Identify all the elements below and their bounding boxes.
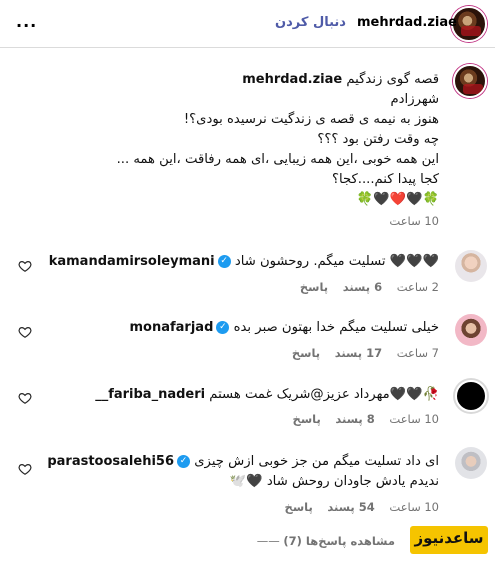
comment-username[interactable]: monafarjad xyxy=(130,320,214,335)
like-heart-icon[interactable] xyxy=(18,325,32,339)
caption-time: 10 ساعت xyxy=(389,214,439,228)
follow-button[interactable]: دنبال کردن xyxy=(275,15,346,30)
caption-line: این همه خوبی ،این همه زیبایی ،ای همه رفا… xyxy=(116,152,439,167)
comment-time: 2 ساعت xyxy=(396,280,439,294)
comment-body: __fariba_naderi مهرداد عزیز@شریک غمت هست… xyxy=(95,387,439,402)
verified-badge-icon: ✓ xyxy=(217,254,231,268)
comment-time: 10 ساعت xyxy=(389,500,439,514)
verified-badge-icon: ✓ xyxy=(177,454,191,468)
comment-username[interactable]: parastoosalehi56 xyxy=(47,454,174,469)
commenter-avatar[interactable] xyxy=(455,447,487,479)
author-username[interactable]: mehrdad.ziae xyxy=(357,15,457,30)
reply-button[interactable]: پاسخ xyxy=(292,346,320,360)
comment-likes[interactable]: 54 پسند xyxy=(327,500,374,514)
caption-line: کجا پیدا کنم....کجا؟ xyxy=(331,172,439,187)
watermark-logo: ساعدنیوز xyxy=(410,526,488,554)
commenter-avatar[interactable] xyxy=(455,250,487,282)
comment-meta: 10 ساعت 54 پسند پاسخ xyxy=(285,500,439,514)
comment-username[interactable]: kamandamirsoleymani xyxy=(49,254,215,269)
more-horizontal-icon[interactable]: ··· xyxy=(16,16,37,35)
comment-body-line: ندیدم یادش جاودان روحش شاد 🖤🕊️ xyxy=(229,474,439,489)
comment-body: monafarjad ✓ خیلی تسلیت میگم خدا بهتون صب… xyxy=(129,320,440,335)
comment-meta: 7 ساعت 17 پسند پاسخ xyxy=(292,346,439,360)
comment-body: kamandamirsoleymani ✓ تسلیت میگم. روحشون … xyxy=(48,254,439,269)
comment-likes[interactable]: 17 پسند xyxy=(335,346,382,360)
like-heart-icon[interactable] xyxy=(18,259,32,273)
comment-meta: 2 ساعت 6 پسند پاسخ xyxy=(300,280,439,294)
post-header: mehrdad.ziae دنبال کردن ··· xyxy=(0,0,495,48)
view-replies-button[interactable]: مشاهده پاسخ‌ها (7) —— xyxy=(257,534,395,548)
comment-meta: 10 ساعت 8 پسند پاسخ xyxy=(293,412,439,426)
comment-likes[interactable]: 8 پسند xyxy=(335,412,374,426)
caption-first-line: mehrdad.ziae قصه گوی زندگیم xyxy=(242,72,439,87)
comment-likes[interactable]: 6 پسند xyxy=(343,280,382,294)
caption-line: چه وقت رفتن بود ؟؟؟ xyxy=(317,132,439,147)
caption-emoji-line: 🍀🖤❤️🖤🍀 xyxy=(356,192,439,207)
reply-button[interactable]: پاسخ xyxy=(293,412,321,426)
caption-username[interactable]: mehrdad.ziae xyxy=(242,72,342,87)
verified-badge-icon: ✓ xyxy=(216,320,230,334)
comment-username[interactable]: __fariba_naderi xyxy=(95,387,205,402)
like-heart-icon[interactable] xyxy=(18,462,32,476)
like-heart-icon[interactable] xyxy=(18,391,32,405)
caption-line: شهرزادم xyxy=(390,92,439,107)
commenter-avatar[interactable] xyxy=(455,314,487,346)
commenter-avatar[interactable] xyxy=(455,380,487,412)
comment-time: 7 ساعت xyxy=(396,346,439,360)
reply-button[interactable]: پاسخ xyxy=(285,500,313,514)
reply-button[interactable]: پاسخ xyxy=(300,280,328,294)
caption-avatar[interactable] xyxy=(453,64,487,98)
caption-line: هنوز به نیمه ی قصه ی زندگیت نرسیده بودی؟… xyxy=(183,112,439,127)
comment-time: 10 ساعت xyxy=(389,412,439,426)
comment-body: parastoosalehi56 ✓ ای داد تسلیت میگم من ج… xyxy=(47,454,439,469)
